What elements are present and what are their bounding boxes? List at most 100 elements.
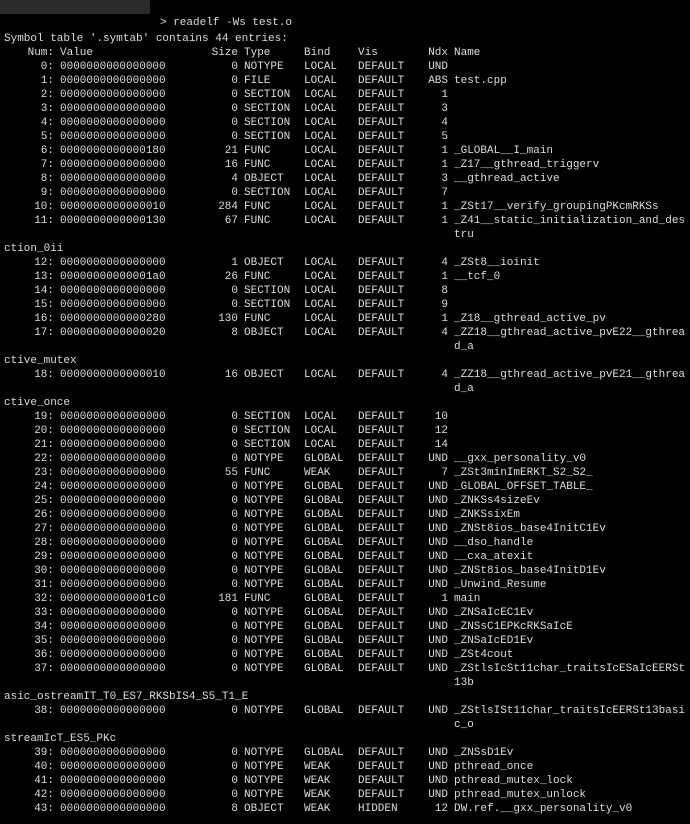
table-row: 26:00000000000000000NOTYPEGLOBALDEFAULTU… bbox=[4, 508, 686, 522]
cell-type: NOTYPE bbox=[238, 774, 300, 788]
cell-bind: GLOBAL bbox=[300, 550, 354, 564]
cell-type: NOTYPE bbox=[238, 480, 300, 494]
cell-size: 181 bbox=[190, 592, 238, 606]
cell-bind: LOCAL bbox=[300, 368, 354, 396]
table-row: 32:00000000000001c0181FUNCGLOBALDEFAULT1… bbox=[4, 592, 686, 606]
col-num: Num: bbox=[4, 46, 54, 60]
cell-name bbox=[448, 298, 686, 312]
table-row: 33:00000000000000000NOTYPEGLOBALDEFAULTU… bbox=[4, 606, 686, 620]
cell-name: test.cpp bbox=[448, 74, 686, 88]
cell-size: 0 bbox=[190, 284, 238, 298]
cell-num: 40: bbox=[4, 760, 54, 774]
cell-ndx: 1 bbox=[416, 88, 448, 102]
cell-bind: GLOBAL bbox=[300, 536, 354, 550]
cell-value: 0000000000000000 bbox=[54, 494, 190, 508]
cell-ndx: UND bbox=[416, 606, 448, 620]
table-row: 12:00000000000000001OBJECTLOCALDEFAULT4_… bbox=[4, 256, 686, 270]
cell-name: __gxx_personality_v0 bbox=[448, 452, 686, 466]
cell-bind: LOCAL bbox=[300, 74, 354, 88]
cell-num: 38: bbox=[4, 704, 54, 732]
cell-type: OBJECT bbox=[238, 368, 300, 396]
cell-value: 0000000000000000 bbox=[54, 774, 190, 788]
cell-value: 0000000000000000 bbox=[54, 802, 190, 816]
cell-type: SECTION bbox=[238, 284, 300, 298]
cell-value: 0000000000000130 bbox=[54, 214, 190, 242]
cell-num: 19: bbox=[4, 410, 54, 424]
cell-ndx: 12 bbox=[416, 802, 448, 816]
cell-value: 0000000000000000 bbox=[54, 424, 190, 438]
cell-num: 8: bbox=[4, 172, 54, 186]
cell-type: SECTION bbox=[238, 438, 300, 452]
cell-num: 7: bbox=[4, 158, 54, 172]
cell-vis: DEFAULT bbox=[354, 550, 416, 564]
table-row: 41:00000000000000000NOTYPEWEAKDEFAULTUND… bbox=[4, 774, 686, 788]
cell-value: 0000000000000000 bbox=[54, 648, 190, 662]
cell-vis: DEFAULT bbox=[354, 312, 416, 326]
table-header: Num: Value Size Type Bind Vis Ndx Name bbox=[4, 46, 686, 60]
cell-value: 0000000000000000 bbox=[54, 116, 190, 130]
cell-vis: DEFAULT bbox=[354, 88, 416, 102]
cell-size: 0 bbox=[190, 452, 238, 466]
cell-type: NOTYPE bbox=[238, 648, 300, 662]
cell-num: 43: bbox=[4, 802, 54, 816]
cell-ndx: UND bbox=[416, 774, 448, 788]
cell-vis: DEFAULT bbox=[354, 186, 416, 200]
cell-size: 0 bbox=[190, 606, 238, 620]
table-row: 22:00000000000000000NOTYPEGLOBALDEFAULTU… bbox=[4, 452, 686, 466]
cell-name bbox=[448, 88, 686, 102]
cell-bind: WEAK bbox=[300, 774, 354, 788]
cell-name bbox=[448, 186, 686, 200]
cell-value: 0000000000000000 bbox=[54, 508, 190, 522]
cell-size: 0 bbox=[190, 186, 238, 200]
cell-ndx: 4 bbox=[416, 368, 448, 396]
cell-ndx: ABS bbox=[416, 74, 448, 88]
cell-name bbox=[448, 424, 686, 438]
cell-bind: LOCAL bbox=[300, 130, 354, 144]
cell-ndx: UND bbox=[416, 536, 448, 550]
cell-name bbox=[448, 116, 686, 130]
cell-vis: DEFAULT bbox=[354, 158, 416, 172]
cell-type: NOTYPE bbox=[238, 606, 300, 620]
cell-name: pthread_mutex_lock bbox=[448, 774, 686, 788]
cell-ndx: UND bbox=[416, 662, 448, 690]
cell-name: _ZSt8__ioinit bbox=[448, 256, 686, 270]
cell-size: 55 bbox=[190, 466, 238, 480]
table-row: 20:00000000000000000SECTIONLOCALDEFAULT1… bbox=[4, 424, 686, 438]
table-row: 11:000000000000013067FUNCLOCALDEFAULT1_Z… bbox=[4, 214, 686, 242]
table-row: 38:00000000000000000NOTYPEGLOBALDEFAULTU… bbox=[4, 704, 686, 732]
cell-bind: GLOBAL bbox=[300, 494, 354, 508]
cell-name: _ZNKSsixEm bbox=[448, 508, 686, 522]
cell-num: 26: bbox=[4, 508, 54, 522]
cell-ndx: UND bbox=[416, 480, 448, 494]
cell-bind: LOCAL bbox=[300, 214, 354, 242]
cell-size: 0 bbox=[190, 522, 238, 536]
cell-num: 13: bbox=[4, 270, 54, 284]
cell-name: _ZSt17__verify_groupingPKcmRKSs bbox=[448, 200, 686, 214]
cell-name: _ZNSsC1EPKcRKSaIcE bbox=[448, 620, 686, 634]
cell-size: 1 bbox=[190, 256, 238, 270]
table-row: 35:00000000000000000NOTYPEGLOBALDEFAULTU… bbox=[4, 634, 686, 648]
cell-vis: DEFAULT bbox=[354, 60, 416, 74]
cell-ndx: 1 bbox=[416, 144, 448, 158]
cell-type: NOTYPE bbox=[238, 452, 300, 466]
cell-vis: DEFAULT bbox=[354, 284, 416, 298]
cell-bind: GLOBAL bbox=[300, 578, 354, 592]
cell-type: OBJECT bbox=[238, 256, 300, 270]
cell-bind: GLOBAL bbox=[300, 606, 354, 620]
cell-size: 0 bbox=[190, 438, 238, 452]
cell-name: _ZNSsD1Ev bbox=[448, 746, 686, 760]
cell-name: __gthread_active bbox=[448, 172, 686, 186]
cell-type: NOTYPE bbox=[238, 578, 300, 592]
cell-num: 30: bbox=[4, 564, 54, 578]
cell-name: __dso_handle bbox=[448, 536, 686, 550]
cell-name bbox=[448, 410, 686, 424]
cell-size: 0 bbox=[190, 494, 238, 508]
cell-size: 8 bbox=[190, 802, 238, 816]
table-row: 15:00000000000000000SECTIONLOCALDEFAULT9 bbox=[4, 298, 686, 312]
cell-type: FUNC bbox=[238, 592, 300, 606]
table-row: 27:00000000000000000NOTYPEGLOBALDEFAULTU… bbox=[4, 522, 686, 536]
col-ndx: Ndx bbox=[416, 46, 448, 60]
cell-type: SECTION bbox=[238, 424, 300, 438]
cell-num: 33: bbox=[4, 606, 54, 620]
cell-vis: DEFAULT bbox=[354, 452, 416, 466]
